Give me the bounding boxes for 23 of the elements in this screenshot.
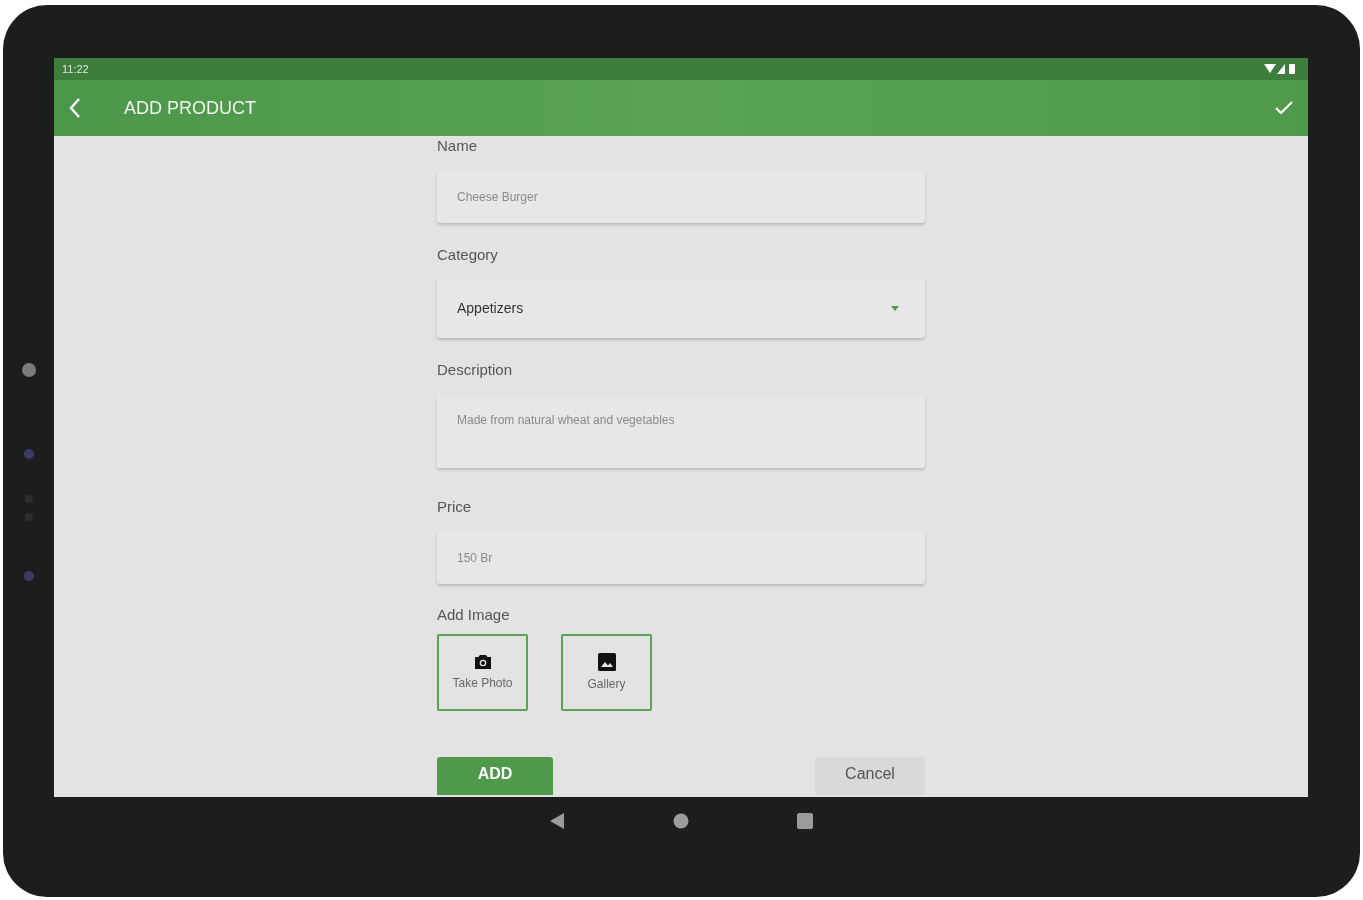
add-button[interactable]: ADD	[437, 757, 553, 795]
nav-back-icon[interactable]	[549, 812, 565, 830]
dropdown-value: Appetizers	[457, 299, 524, 318]
back-icon[interactable]	[68, 97, 82, 119]
field-label: Price	[437, 497, 473, 517]
nav-home-icon[interactable]	[673, 813, 689, 829]
app-bar-title: ADD PRODUCT	[124, 96, 256, 120]
image-icon	[597, 652, 616, 671]
image-source-button[interactable]: Take Photo	[437, 634, 528, 711]
status-time: 11:22	[62, 61, 89, 77]
text-input-field[interactable]: 150 Br	[437, 531, 925, 584]
image-source-button[interactable]: Gallery	[561, 634, 652, 711]
category-dropdown[interactable]: Appetizers	[437, 279, 925, 338]
camera-icon	[473, 653, 492, 670]
text-input-field[interactable]: Cheese Burger	[437, 170, 925, 223]
cancel-button[interactable]: Cancel	[815, 757, 925, 795]
description-field[interactable]: Made from natural wheat and vegetables	[437, 396, 925, 468]
field-label: Name	[437, 136, 478, 156]
check-icon[interactable]	[1274, 100, 1294, 116]
dropdown-caret-icon	[891, 306, 899, 311]
field-label: Description	[437, 360, 514, 380]
section-label: Add Image	[437, 605, 511, 625]
field-label: Category	[437, 245, 499, 265]
